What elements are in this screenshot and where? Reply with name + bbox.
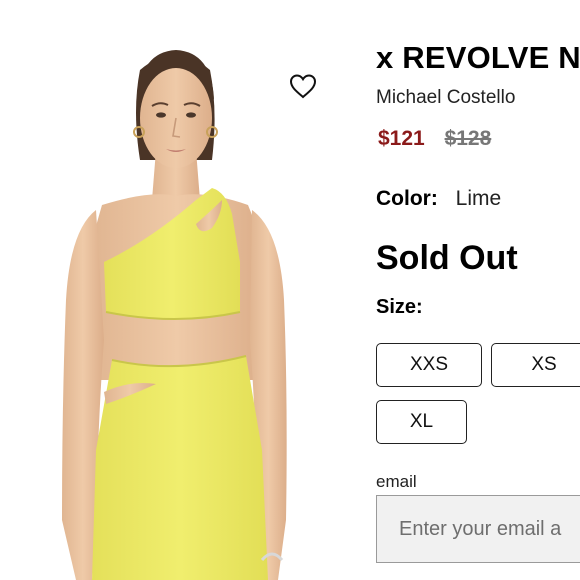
- color-value: Lime: [455, 187, 502, 210]
- color-row: Color: Lime: [376, 187, 501, 211]
- wishlist-button[interactable]: [285, 68, 321, 104]
- sale-price: $121: [378, 127, 425, 150]
- size-label: Size:: [376, 296, 423, 318]
- product-title: x REVOLVE N: [376, 40, 580, 75]
- email-label: email: [376, 472, 417, 491]
- product-image: [0, 0, 355, 580]
- product-page: x REVOLVE N Michael Costello $121 $128 C…: [0, 0, 580, 580]
- brand-name[interactable]: Michael Costello: [376, 87, 515, 109]
- product-details: x REVOLVE N Michael Costello $121 $128 C…: [376, 0, 580, 580]
- price-row: $121 $128: [378, 127, 491, 151]
- size-option-xs[interactable]: XS: [491, 343, 580, 387]
- size-option-xxs[interactable]: XXS: [376, 343, 482, 387]
- email-input[interactable]: [376, 495, 580, 563]
- heart-outline-icon: [289, 74, 317, 99]
- size-option-xl[interactable]: XL: [376, 400, 467, 444]
- original-price: $128: [444, 127, 492, 150]
- color-label: Color:: [376, 187, 438, 210]
- stock-status: Sold Out: [376, 239, 518, 277]
